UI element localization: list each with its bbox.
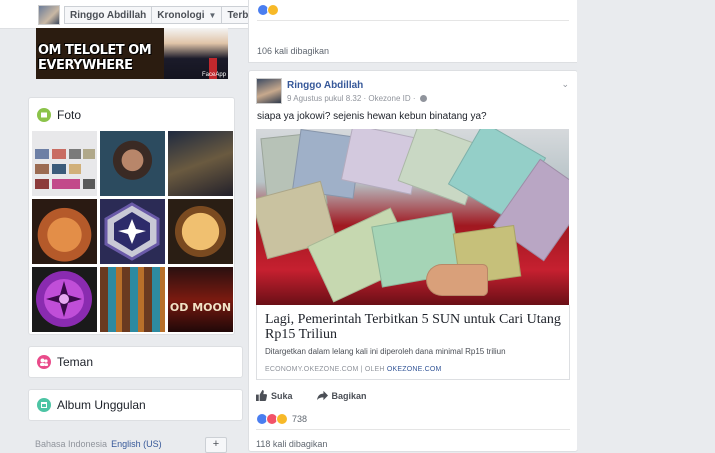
news-feed-post: Ringgo Abdillah 9 Agustus pukul 8.32 · O… bbox=[248, 70, 578, 452]
photos-card-header[interactable]: Foto bbox=[29, 98, 234, 132]
hand-image bbox=[426, 264, 488, 296]
haha-reaction-icon bbox=[267, 4, 279, 16]
like-label: Suka bbox=[271, 390, 293, 401]
photo-icon bbox=[37, 108, 51, 122]
language-english-link[interactable]: English (US) bbox=[111, 439, 162, 449]
photos-title: Foto bbox=[57, 108, 82, 122]
share-arrow-icon bbox=[316, 390, 328, 401]
post-options-chevron-icon[interactable]: ⌄ bbox=[561, 79, 569, 90]
profile-avatar[interactable] bbox=[38, 5, 60, 25]
globe-icon bbox=[419, 95, 427, 103]
link-preview-image[interactable] bbox=[256, 129, 569, 305]
photo-thumbnail[interactable] bbox=[168, 131, 233, 196]
photos-card: Foto OD MOON bbox=[28, 97, 235, 335]
share-label: Bagikan bbox=[331, 390, 367, 401]
kronologi-label: Kronologi bbox=[157, 9, 205, 21]
author-name[interactable]: Ringgo Abdillah bbox=[287, 80, 363, 91]
divider bbox=[257, 20, 569, 21]
kronologi-dropdown[interactable]: Kronologi ▼ bbox=[151, 7, 221, 23]
photo-thumbnail[interactable] bbox=[32, 131, 97, 196]
photo-grid: OD MOON bbox=[32, 131, 233, 332]
photo-thumbnail[interactable] bbox=[100, 267, 165, 332]
friends-card[interactable]: Teman bbox=[28, 346, 243, 378]
link-domain: ECONOMY.OKEZONE.COM | OLEH bbox=[265, 366, 385, 373]
post-text: siapa ya jokowi? sejenis hewan kebun bin… bbox=[257, 111, 487, 122]
photo-thumbnail[interactable] bbox=[168, 199, 233, 264]
meme-watermark: FaceApp bbox=[201, 72, 226, 78]
meme-caption: OM TELOLET OM EVERYWHERE bbox=[38, 43, 152, 73]
haha-reaction-icon bbox=[276, 413, 288, 425]
profile-name-link[interactable]: Ringgo Abdillah bbox=[65, 7, 151, 23]
link-title[interactable]: Lagi, Pemerintah Terbitkan 5 SUN untuk C… bbox=[265, 312, 565, 342]
album-title: Album Unggulan bbox=[57, 398, 146, 412]
meme-photo[interactable]: OM TELOLET OM EVERYWHERE FaceApp bbox=[36, 28, 228, 79]
post-timestamp[interactable]: 9 Agustus pukul 8.32 · Okezone ID · bbox=[287, 94, 416, 103]
friends-icon bbox=[37, 355, 51, 369]
share-button[interactable]: Bagikan bbox=[316, 390, 367, 401]
photo-caption-text: OD MOON bbox=[169, 301, 232, 314]
share-count[interactable]: 118 kali dibagikan bbox=[256, 439, 327, 449]
like-button[interactable]: Suka bbox=[256, 390, 293, 401]
reaction-count: 738 bbox=[292, 414, 308, 424]
link-author[interactable]: OKEZONE.COM bbox=[387, 366, 442, 373]
link-description: Ditargetkan dalam lelang kali ini dipero… bbox=[265, 347, 506, 356]
featured-albums-card[interactable]: Album Unggulan bbox=[28, 389, 243, 421]
album-icon bbox=[37, 398, 51, 412]
language-current: Bahasa Indonesia bbox=[35, 439, 108, 449]
post-actions: Suka Bagikan bbox=[256, 390, 391, 401]
add-language-button[interactable]: + bbox=[205, 437, 227, 453]
previous-post: 106 kali dibagikan bbox=[248, 0, 578, 63]
photo-thumbnail[interactable] bbox=[100, 199, 165, 264]
language-footer: Bahasa Indonesia English (US) bbox=[35, 439, 162, 449]
photo-thumbnail[interactable] bbox=[100, 131, 165, 196]
author-avatar[interactable] bbox=[256, 78, 282, 104]
thumbs-up-icon bbox=[256, 390, 267, 401]
reaction-summary[interactable]: 738 bbox=[256, 413, 307, 425]
share-count[interactable]: 106 kali dibagikan bbox=[257, 46, 329, 56]
divider bbox=[256, 429, 570, 430]
photo-thumbnail[interactable]: OD MOON bbox=[168, 267, 233, 332]
link-preview-card[interactable]: Lagi, Pemerintah Terbitkan 5 SUN untuk C… bbox=[256, 305, 570, 380]
post-meta: 9 Agustus pukul 8.32 · Okezone ID · bbox=[287, 94, 427, 103]
friends-title: Teman bbox=[57, 355, 94, 369]
right-column-blank bbox=[577, 0, 715, 450]
photo-thumbnail[interactable] bbox=[32, 267, 97, 332]
link-source: ECONOMY.OKEZONE.COM | OLEH OKEZONE.COM bbox=[265, 366, 442, 373]
photo-thumbnail[interactable] bbox=[32, 199, 97, 264]
chevron-down-icon: ▼ bbox=[208, 10, 217, 20]
reaction-icons[interactable] bbox=[257, 4, 279, 16]
